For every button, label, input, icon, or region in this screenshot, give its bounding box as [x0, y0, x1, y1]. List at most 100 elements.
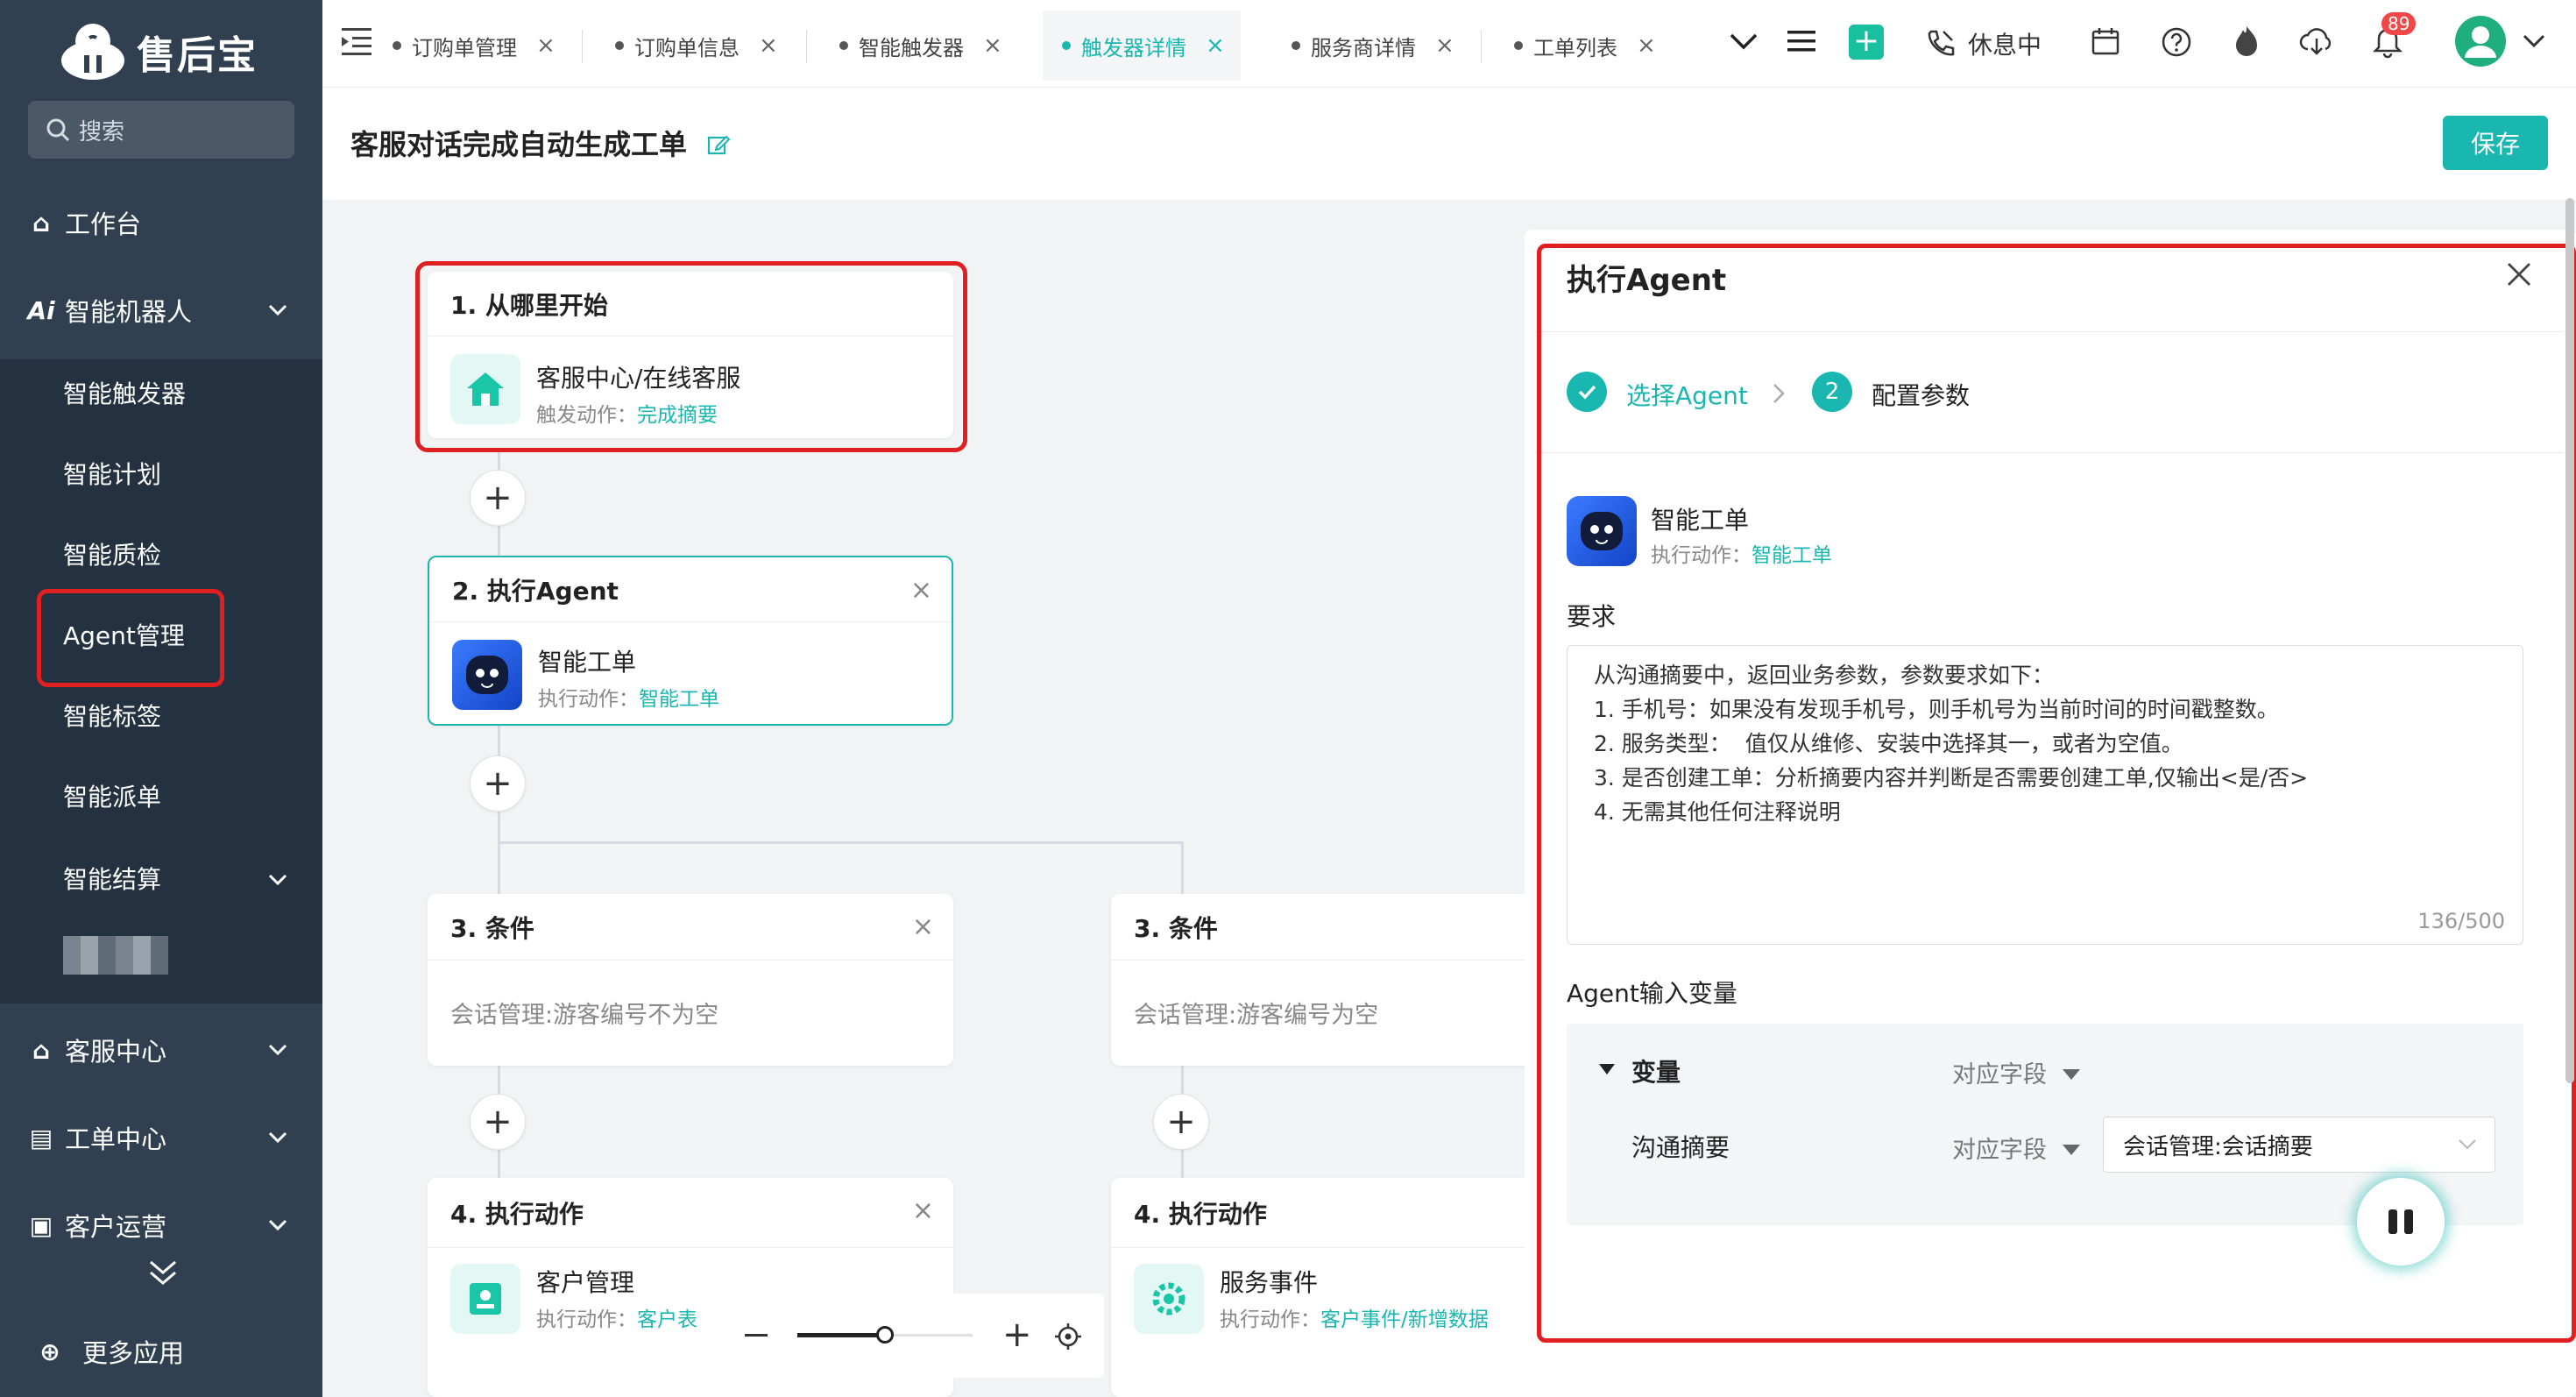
connector — [1181, 841, 1184, 896]
app-name: 售后宝 — [137, 33, 258, 78]
ai-icon: Ai — [27, 295, 55, 325]
close-icon[interactable]: × — [1637, 32, 1656, 59]
list-icon[interactable] — [1786, 28, 1817, 54]
card-sub-label: 执行动作： — [536, 1308, 637, 1331]
flow-card-action-b[interactable]: 4. 执行动作 服务事件 执行动作：客户事件/新增数据 — [1111, 1178, 1532, 1397]
close-icon[interactable]: × — [536, 32, 556, 59]
contact-icon: ▣ — [29, 1210, 53, 1240]
tab-divider — [1481, 30, 1482, 63]
search-placeholder: 搜索 — [79, 118, 125, 145]
flow-card-agent[interactable]: 2. 执行Agent × 智能工单 执行动作：智能工单 — [428, 556, 953, 726]
zoom-slider-handle[interactable] — [876, 1326, 894, 1344]
chevron-down-icon — [268, 1131, 287, 1144]
zoom-out-icon[interactable] — [745, 1334, 768, 1337]
menu-collapse-icon[interactable] — [342, 26, 373, 56]
nav-cs-center[interactable]: ⌂ 客服中心 — [0, 1015, 322, 1085]
tab-dot — [615, 41, 624, 50]
card-title: 4. 执行动作 × — [428, 1178, 953, 1248]
add-step-button[interactable]: + — [470, 470, 526, 526]
tab-divider — [582, 30, 583, 63]
tab-purchase-order-info[interactable]: 订购单信息 × — [605, 11, 789, 81]
chevron-down-icon[interactable] — [1728, 30, 1759, 54]
tab-purchase-order-manage[interactable]: 订购单管理 × — [382, 11, 566, 81]
zoom-in-icon[interactable]: + — [1002, 1315, 1032, 1355]
status-toggle[interactable]: 休息中 — [1924, 23, 2042, 65]
add-step-button[interactable]: + — [470, 755, 526, 812]
sidebar-item-smart-dispatch[interactable]: 智能派单 — [63, 771, 161, 824]
logo-icon — [61, 24, 124, 80]
scrollbar[interactable] — [2565, 198, 2574, 1083]
card-sub-link[interactable]: 智能工单 — [639, 688, 719, 711]
nav-ticket-center[interactable]: ▤ 工单中心 — [0, 1103, 322, 1173]
avatar[interactable] — [2453, 14, 2508, 68]
add-step-button[interactable]: + — [470, 1094, 526, 1150]
nav-label: 客服中心 — [65, 1037, 167, 1067]
page-title: 客服对话完成自动生成工单 — [350, 123, 731, 163]
tab-label: 服务商详情 — [1311, 35, 1416, 60]
calendar-icon[interactable] — [2091, 26, 2120, 56]
sidebar-item-smart-plan[interactable]: 智能计划 — [63, 449, 161, 501]
locate-icon[interactable] — [1055, 1323, 1081, 1350]
nav-more-apps[interactable]: ⊕ 更多应用 — [0, 1316, 322, 1386]
sidebar-item-smart-trigger[interactable]: 智能触发器 — [63, 368, 186, 421]
sidebar-search[interactable]: 搜索 — [28, 101, 294, 159]
tab-smart-trigger[interactable]: 智能触发器 × — [829, 11, 1013, 81]
cloud-download-icon[interactable] — [2299, 26, 2334, 56]
card-title-text: 3. 条件 — [450, 913, 534, 943]
tab-dot — [393, 41, 401, 50]
card-sub-link[interactable]: 客户表 — [637, 1308, 697, 1331]
condition-text: 会话管理:游客编号为空 — [1134, 1002, 1379, 1029]
tab-label: 订购单管理 — [412, 35, 517, 60]
flow-card-condition-b[interactable]: 3. 条件 会话管理:游客编号为空 — [1111, 894, 1532, 1066]
close-icon[interactable]: × — [912, 1195, 934, 1226]
nav-label: 更多应用 — [82, 1338, 185, 1368]
sidebar-item-smart-qc[interactable]: 智能质检 — [63, 529, 161, 582]
card-title-text: 4. 执行动作 — [450, 1199, 584, 1229]
tab-dot — [839, 41, 848, 50]
help-icon[interactable] — [2161, 26, 2192, 58]
edit-icon[interactable] — [707, 133, 731, 156]
nav-label: 工作台 — [65, 209, 142, 239]
page-title-text: 客服对话完成自动生成工单 — [350, 128, 688, 161]
add-icon[interactable]: + — [1849, 25, 1884, 60]
sidebar-item-smart-settle[interactable]: 智能结算 — [63, 854, 298, 906]
close-icon[interactable]: × — [1435, 32, 1454, 59]
nav-workbench[interactable]: ⌂ 工作台 — [0, 188, 322, 258]
nav-customer-ops[interactable]: ▣ 客户运营 — [0, 1190, 322, 1260]
card-sub-link[interactable]: 客户事件/新增数据 — [1320, 1308, 1489, 1331]
flame-icon[interactable] — [2231, 25, 2262, 58]
card-title: 4. 执行动作 — [1111, 1178, 1532, 1248]
flow-card-condition-a[interactable]: 3. 条件 × 会话管理:游客编号不为空 — [428, 894, 953, 1066]
card-title-text: 2. 执行Agent — [452, 576, 619, 606]
nav-ai-robot[interactable]: Ai 智能机器人 — [0, 275, 322, 345]
connector — [498, 841, 1183, 844]
tab-trigger-detail[interactable]: 触发器详情 × — [1043, 11, 1241, 81]
close-icon[interactable]: × — [1206, 32, 1225, 59]
start-card-highlight — [415, 261, 967, 452]
close-icon[interactable]: × — [983, 32, 1002, 59]
tab-dot — [1062, 41, 1071, 50]
chevron-down-icon — [268, 1044, 287, 1056]
card-title: 3. 条件 — [1111, 894, 1532, 961]
chevron-down-icon — [268, 1219, 287, 1231]
card-name: 智能工单 — [538, 648, 637, 677]
add-step-button[interactable]: + — [1153, 1094, 1209, 1150]
ticket-icon: ▤ — [29, 1123, 53, 1152]
apps-icon: ⊕ — [39, 1337, 60, 1366]
close-icon[interactable]: × — [759, 32, 778, 59]
close-icon[interactable]: × — [912, 911, 934, 942]
save-button[interactable]: 保存 — [2443, 116, 2548, 170]
nav-label: 智能机器人 — [65, 297, 193, 327]
card-sub: 执行动作：智能工单 — [538, 682, 719, 712]
tab-label: 触发器详情 — [1081, 35, 1186, 60]
sidebar-item-smart-tag[interactable]: 智能标签 — [63, 691, 161, 743]
tab-label: 订购单信息 — [634, 35, 740, 60]
double-chevron-down-icon[interactable] — [145, 1259, 180, 1288]
robot-icon — [452, 640, 522, 710]
tab-ticket-list[interactable]: 工单列表 × — [1504, 11, 1667, 81]
tab-dot — [1514, 41, 1523, 50]
app-logo[interactable]: 售后宝 — [58, 12, 268, 91]
close-icon[interactable]: × — [910, 575, 932, 606]
tab-provider-detail[interactable]: 服务商详情 × — [1281, 11, 1465, 81]
chevron-down-icon[interactable] — [2522, 32, 2546, 51]
